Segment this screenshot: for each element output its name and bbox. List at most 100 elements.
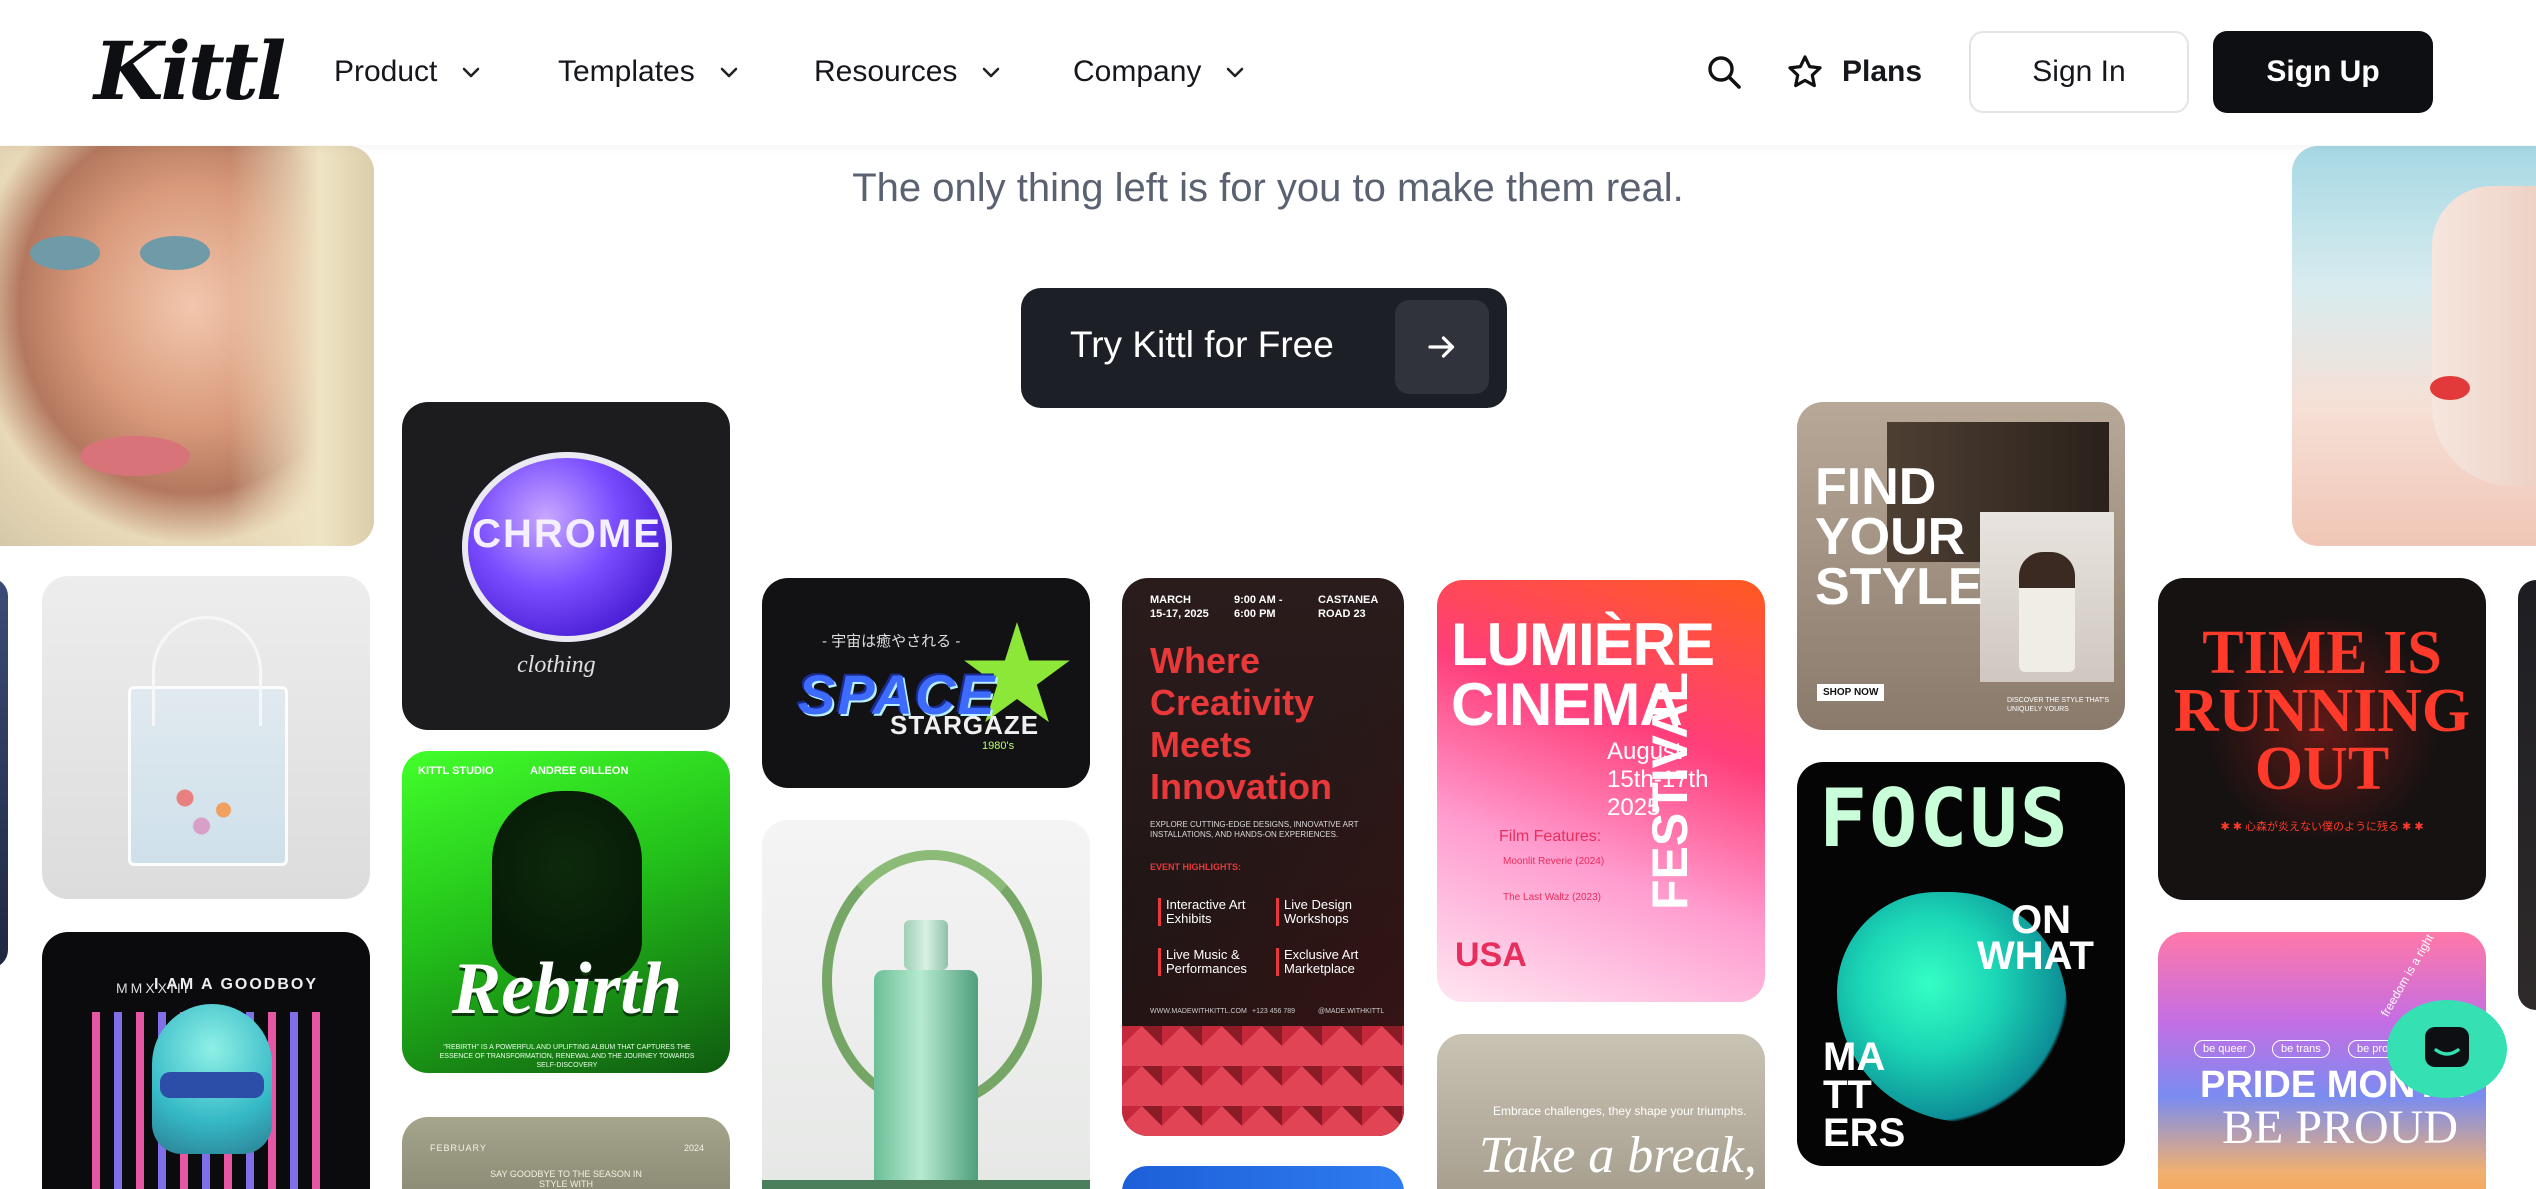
chevron-down-icon xyxy=(463,67,480,78)
lips-shape xyxy=(80,436,190,476)
arrow-right-icon xyxy=(1395,300,1489,394)
pride-chip-1: be queer xyxy=(2194,1040,2256,1058)
take-a-break-tile[interactable]: Embrace challenges, they shape your triu… xyxy=(1437,1034,1765,1189)
plans-label: Plans xyxy=(1842,55,1923,88)
find-your-style-tile[interactable]: FIND YOUR STYLE SHOP NOW DISCOVER THE ST… xyxy=(1797,402,2125,730)
search-icon xyxy=(1708,56,1741,89)
event-footer-social: @MADE.WITHKITTL xyxy=(1318,1008,1385,1015)
right-edge-tile[interactable] xyxy=(2518,580,2536,1010)
time-running-out-tile[interactable]: TIME IS RUNNING OUT ✱ ✱ 心森が炎えない僕のように残る ✱… xyxy=(2158,578,2486,900)
rebirth-title: Rebirth xyxy=(451,948,683,1030)
chrome-script: clothing xyxy=(517,652,596,678)
chat-support-button[interactable] xyxy=(2387,1000,2507,1098)
style-discover: DISCOVER THE STYLE THAT'S UNIQUELY YOURS xyxy=(2007,697,2110,713)
tote-bag-tile[interactable] xyxy=(42,576,370,899)
space-stargaze-tile[interactable]: - 宇宙は癒やされる - SPACE STARGAZE 1980's xyxy=(762,578,1090,788)
event-footer-web: WWW.MADEWITHKITTL.COM xyxy=(1150,1008,1247,1015)
event-highlight-4: Exclusive Art Marketplace xyxy=(1276,948,1386,976)
sunglasses-shape xyxy=(160,1072,264,1098)
event-highlight-2: Live Design Workshops xyxy=(1276,898,1376,926)
nav-product-label: Product xyxy=(334,55,438,88)
event-time-label: 9:00 AM - xyxy=(1234,594,1283,606)
break-title: Take a break, xyxy=(1479,1127,1757,1184)
try-kittl-button[interactable]: Try Kittl for Free xyxy=(1021,288,1507,408)
bottle-shape xyxy=(874,970,978,1189)
event-body: EXPLORE CUTTING-EDGE DESIGNS, INNOVATIVE… xyxy=(1150,820,1359,839)
focus-what: WHAT xyxy=(1977,934,2094,978)
rebirth-artist: ANDREE GILLEON xyxy=(530,765,629,777)
style-shop-now: SHOP NOW xyxy=(1817,684,1885,701)
rebirth-album-tile[interactable]: KITTL STUDIO ANDREE GILLEON Rebirth "REB… xyxy=(402,751,730,1073)
time-japanese: ✱ ✱ 心森が炎えない僕のように残る ✱ ✱ xyxy=(2220,821,2424,833)
nav-resources[interactable]: Resources xyxy=(814,48,1003,96)
model-figure-shape xyxy=(2019,552,2075,672)
nav-company[interactable]: Company xyxy=(1073,48,1247,96)
style-title-1: FIND xyxy=(1815,458,1937,516)
focus-title: FOCUS xyxy=(1819,772,2070,865)
event-date-label: MARCH xyxy=(1150,594,1191,606)
perfume-bottle-tile[interactable] xyxy=(762,820,1090,1189)
nav-product[interactable]: Product xyxy=(334,48,483,96)
season-year: 2024 xyxy=(684,1143,705,1153)
goodboy-tag: I AM A GOODBOY xyxy=(154,976,318,993)
bottle-cap-shape xyxy=(904,920,948,970)
rebirth-blurb: "REBIRTH" IS A POWERFUL AND UPLIFTING AL… xyxy=(439,1044,695,1069)
cinema-title-1: LUMIÈRE xyxy=(1451,611,1715,678)
style-title-3: STYLE xyxy=(1815,558,1983,616)
sign-up-button[interactable]: Sign Up xyxy=(2213,31,2433,113)
rebirth-studio: KITTL STUDIO xyxy=(418,765,494,777)
season-month: FEBRUARY xyxy=(430,1143,487,1153)
chrome-poster-tile[interactable]: CHROME clothing xyxy=(402,402,730,730)
event-headline-3: Meets xyxy=(1150,724,1253,765)
eye-shape xyxy=(30,236,100,270)
lumiere-cinema-tile[interactable]: LUMIÈRE CINEMA August 15th-17th 2025 Fil… xyxy=(1437,580,1765,1002)
event-venue-label: CASTANEA xyxy=(1318,594,1379,606)
cinema-feature-2: The Last Waltz (2023) xyxy=(1503,892,1602,903)
star-icon xyxy=(1788,55,1822,88)
blue-poster-tile[interactable] xyxy=(1122,1166,1404,1189)
nav-resources-label: Resources xyxy=(814,55,958,88)
goodboy-poster-tile[interactable]: MMXXIII I AM A GOODBOY xyxy=(42,932,370,1189)
red-lips-portrait-tile[interactable] xyxy=(2292,146,2536,546)
time-line-1: TIME IS xyxy=(2202,619,2442,687)
left-edge-tile[interactable] xyxy=(0,578,8,968)
flower-print-shape xyxy=(152,766,262,846)
blonde-hair-shape xyxy=(230,146,374,546)
cinema-feature-1: Moonlit Reverie (2024) xyxy=(1503,856,1605,867)
nav-templates[interactable]: Templates xyxy=(558,48,741,96)
season-poster-tile[interactable]: FEBRUARY 2024 SAY GOODBYE TO THE SEASON … xyxy=(402,1117,730,1189)
event-time: 6:00 PM xyxy=(1234,608,1276,620)
sign-in-button[interactable]: Sign In xyxy=(1969,31,2189,113)
hero-subheading: The only thing left is for you to make t… xyxy=(852,166,1684,210)
plans-link[interactable]: Plans xyxy=(1786,48,1922,96)
chevron-down-icon xyxy=(983,67,1000,78)
focus-poster-tile[interactable]: FOCUS ON WHAT MA TT ERS xyxy=(1797,762,2125,1166)
red-lips-shape xyxy=(2430,376,2470,400)
chat-icon xyxy=(2425,1027,2469,1067)
pride-chip-2: be trans xyxy=(2272,1040,2330,1058)
season-line: SAY GOODBYE TO THE SEASON IN STYLE WITH xyxy=(490,1169,642,1189)
cinema-features-label: Film Features: xyxy=(1499,828,1602,845)
nav-company-label: Company xyxy=(1073,55,1202,88)
event-footer-phone: +123 456 789 xyxy=(1252,1008,1296,1015)
chevron-down-icon xyxy=(720,67,738,78)
event-headline-4: Innovation xyxy=(1150,766,1332,807)
table-surface-shape xyxy=(762,1180,1090,1189)
break-line: Embrace challenges, they shape your triu… xyxy=(1493,1104,1747,1118)
kittl-logo[interactable]: Kittl xyxy=(94,26,286,116)
focus-matters-2: TT xyxy=(1823,1073,1872,1117)
tote-handle-shape xyxy=(152,616,262,726)
search-button[interactable] xyxy=(1704,52,1744,92)
focus-matters-3: ERS xyxy=(1823,1111,1906,1155)
creativity-event-tile[interactable]: MARCH 15-17, 2025 9:00 AM - 6:00 PM CAST… xyxy=(1122,578,1404,1136)
portrait-photo-tile[interactable] xyxy=(0,146,374,546)
time-line-2: RUNNING xyxy=(2173,677,2471,745)
focus-matters-1: MA xyxy=(1823,1035,1886,1079)
nav-templates-label: Templates xyxy=(558,55,695,88)
cinema-country: USA xyxy=(1455,936,1527,974)
event-venue: ROAD 23 xyxy=(1318,608,1366,620)
try-kittl-label: Try Kittl for Free xyxy=(1070,324,1334,365)
chrome-title: CHROME xyxy=(472,512,662,556)
space-subtitle: STARGAZE xyxy=(890,710,1040,740)
event-date: 15-17, 2025 xyxy=(1150,608,1209,620)
